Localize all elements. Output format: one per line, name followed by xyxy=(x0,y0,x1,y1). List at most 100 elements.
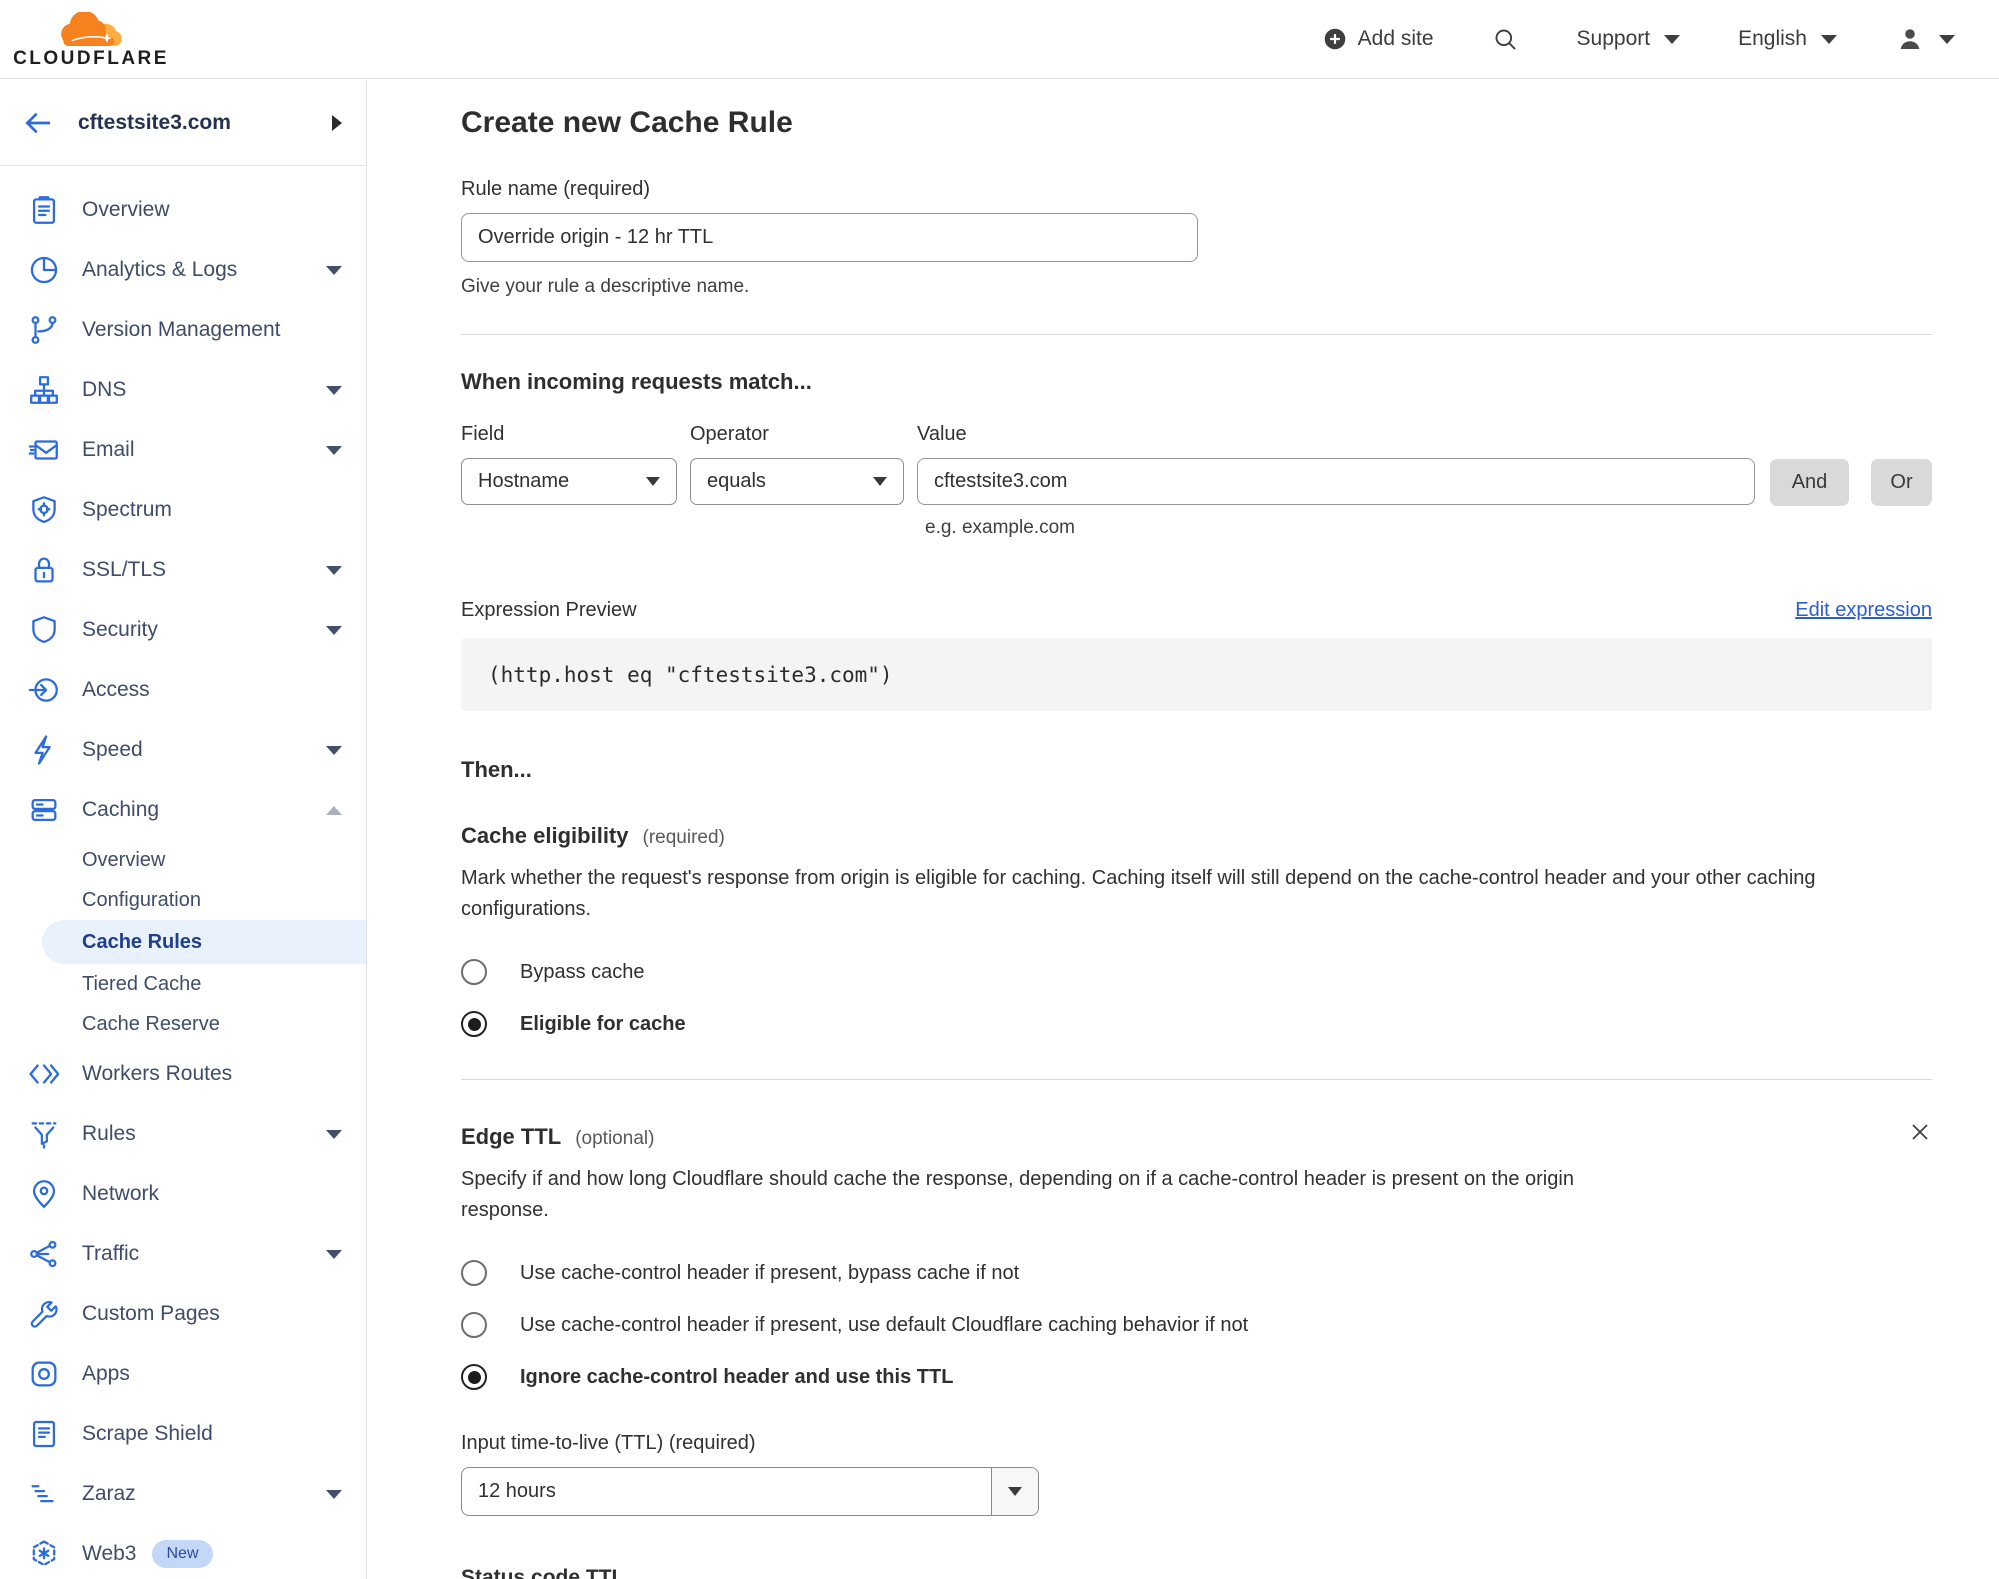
edge-ttl-heading-row: Edge TTL (optional) xyxy=(461,1120,1932,1150)
sidebar-item-email[interactable]: Email xyxy=(0,420,366,480)
sidebar-item-speed[interactable]: Speed xyxy=(0,720,366,780)
main-content: Create new Cache Rule Rule name (require… xyxy=(368,80,1999,1579)
radio-button[interactable] xyxy=(461,1260,487,1286)
sidebar-subitem-overview[interactable]: Overview xyxy=(0,840,366,880)
close-icon[interactable] xyxy=(1908,1120,1932,1144)
search-button[interactable] xyxy=(1492,26,1519,53)
support-label: Support xyxy=(1576,27,1651,50)
chevron-down-icon xyxy=(873,477,887,486)
top-header: CLOUDFLARE Add site Support English xyxy=(0,0,1999,79)
sidebar-item-dns[interactable]: DNS xyxy=(0,360,366,420)
chevron-up-icon xyxy=(326,805,342,815)
sidebar-item-zaraz[interactable]: Zaraz xyxy=(0,1464,366,1524)
match-heading: When incoming requests match... xyxy=(461,369,812,394)
sidebar-nav: Overview Analytics & Logs Version Manageme… xyxy=(0,166,366,1579)
rule-name-input[interactable] xyxy=(461,213,1198,262)
sidebar-item-security[interactable]: Security xyxy=(0,600,366,660)
sidebar-item-network[interactable]: Network xyxy=(0,1164,366,1224)
radio-button[interactable] xyxy=(461,1364,487,1390)
sidebar-item-caching[interactable]: Caching xyxy=(0,780,366,840)
chevron-down-icon xyxy=(326,1489,342,1499)
operator-select-value: equals xyxy=(707,470,766,492)
ttl-select-value: 12 hours xyxy=(478,1480,556,1502)
sidebar-subitem-tiered-cache[interactable]: Tiered Cache xyxy=(0,964,366,1004)
search-icon xyxy=(1495,29,1516,50)
edit-expression-link[interactable]: Edit expression xyxy=(1795,599,1932,622)
spectrum-icon xyxy=(27,493,61,527)
operator-select[interactable]: equals xyxy=(690,458,904,505)
edge-ttl-description: Specify if and how long Cloudflare shoul… xyxy=(461,1168,1574,1221)
radio-button[interactable] xyxy=(461,1011,487,1037)
section-divider xyxy=(461,334,1932,335)
then-heading: Then... xyxy=(461,757,532,782)
or-button[interactable]: Or xyxy=(1871,459,1932,506)
add-site-button[interactable]: Add site xyxy=(1322,26,1434,52)
version-icon xyxy=(27,313,61,347)
sidebar-item-traffic[interactable]: Traffic xyxy=(0,1224,366,1284)
plus-circle-icon xyxy=(1324,28,1345,50)
ttl-select[interactable]: 12 hours xyxy=(461,1467,1039,1516)
sidebar-item-custom-pages[interactable]: Custom Pages xyxy=(0,1284,366,1344)
page-title: Create new Cache Rule xyxy=(461,106,793,139)
sidebar-item-access[interactable]: Access xyxy=(0,660,366,720)
sidebar-subitem-cache-reserve[interactable]: Cache Reserve xyxy=(0,1004,366,1044)
cloudflare-wordmark: CLOUDFLARE xyxy=(13,48,169,69)
sidebar-subitem-cache-rules[interactable]: Cache Rules xyxy=(42,920,366,964)
required-tag: (required) xyxy=(642,827,725,848)
field-select[interactable]: Hostname xyxy=(461,458,677,505)
ttl-input-label: Input time-to-live (TTL) (required) xyxy=(461,1432,756,1454)
cloudflare-logo: CLOUDFLARE xyxy=(13,8,169,70)
expression-header: Expression Preview Edit expression xyxy=(461,599,1932,622)
account-menu[interactable] xyxy=(1895,24,1955,54)
support-menu[interactable]: Support xyxy=(1577,27,1681,51)
analytics-icon xyxy=(27,253,61,287)
back-arrow-icon[interactable] xyxy=(22,107,54,139)
chevron-right-icon[interactable] xyxy=(332,114,342,131)
radio-option-eligible-for-cache[interactable]: Eligible for cache xyxy=(461,1011,1932,1037)
scrape-shield-icon xyxy=(27,1417,61,1451)
sidebar-subitem-configuration[interactable]: Configuration xyxy=(0,880,366,920)
chevron-down-icon xyxy=(326,745,342,755)
chevron-down-icon xyxy=(1008,1487,1022,1496)
top-nav: Add site Support English xyxy=(1322,24,1955,54)
speed-icon xyxy=(27,733,61,767)
sidebar-item-web3[interactable]: Web3 New xyxy=(0,1524,366,1579)
radio-button[interactable] xyxy=(461,1312,487,1338)
and-button[interactable]: And xyxy=(1770,459,1849,506)
rules-icon xyxy=(27,1117,61,1151)
radio-button[interactable] xyxy=(461,959,487,985)
sidebar: cftestsite3.com Overview Analytics & Logs… xyxy=(0,80,367,1579)
sidebar-item-analytics-logs[interactable]: Analytics & Logs xyxy=(0,240,366,300)
radio-option-use-cache-control-header-if-present-use-[interactable]: Use cache-control header if present, use… xyxy=(461,1312,1932,1338)
sidebar-item-scrape-shield[interactable]: Scrape Shield xyxy=(0,1404,366,1464)
sidebar-item-workers-routes[interactable]: Workers Routes xyxy=(0,1044,366,1104)
optional-tag: (optional) xyxy=(575,1128,655,1149)
radio-option-ignore-cache-control-header-and-use-this[interactable]: Ignore cache-control header and use this… xyxy=(461,1364,1932,1390)
sidebar-item-ssl-tls[interactable]: SSL/TLS xyxy=(0,540,366,600)
sidebar-item-rules[interactable]: Rules xyxy=(0,1104,366,1164)
sidebar-header: cftestsite3.com xyxy=(0,80,366,166)
expression-preview-label: Expression Preview xyxy=(461,599,637,621)
cache-eligibility-heading-row: Cache eligibility (required) xyxy=(461,823,1932,849)
radio-option-bypass-cache[interactable]: Bypass cache xyxy=(461,959,1932,985)
sidebar-item-apps[interactable]: Apps xyxy=(0,1344,366,1404)
status-code-ttl-heading: Status code TTL xyxy=(461,1566,625,1579)
sidebar-item-overview[interactable]: Overview xyxy=(0,180,366,240)
rule-name-label: Rule name (required) xyxy=(461,178,650,200)
value-input[interactable] xyxy=(917,458,1755,505)
ttl-select-caret-button[interactable] xyxy=(991,1468,1038,1515)
dns-icon xyxy=(27,373,61,407)
site-name: cftestsite3.com xyxy=(78,110,231,134)
radio-option-use-cache-control-header-if-present-bypa[interactable]: Use cache-control header if present, byp… xyxy=(461,1260,1932,1286)
workers-icon xyxy=(27,1057,61,1091)
value-help: e.g. example.com xyxy=(925,517,1075,538)
sidebar-item-version-management[interactable]: Version Management xyxy=(0,300,366,360)
chevron-down-icon xyxy=(326,1129,342,1139)
sidebar-item-spectrum[interactable]: Spectrum xyxy=(0,480,366,540)
language-menu[interactable]: English xyxy=(1738,27,1837,51)
user-icon xyxy=(1900,29,1920,49)
operator-label: Operator xyxy=(690,423,769,445)
add-site-label: Add site xyxy=(1357,27,1434,50)
rule-name-help: Give your rule a descriptive name. xyxy=(461,276,750,297)
edge-ttl-heading: Edge TTL xyxy=(461,1124,562,1149)
